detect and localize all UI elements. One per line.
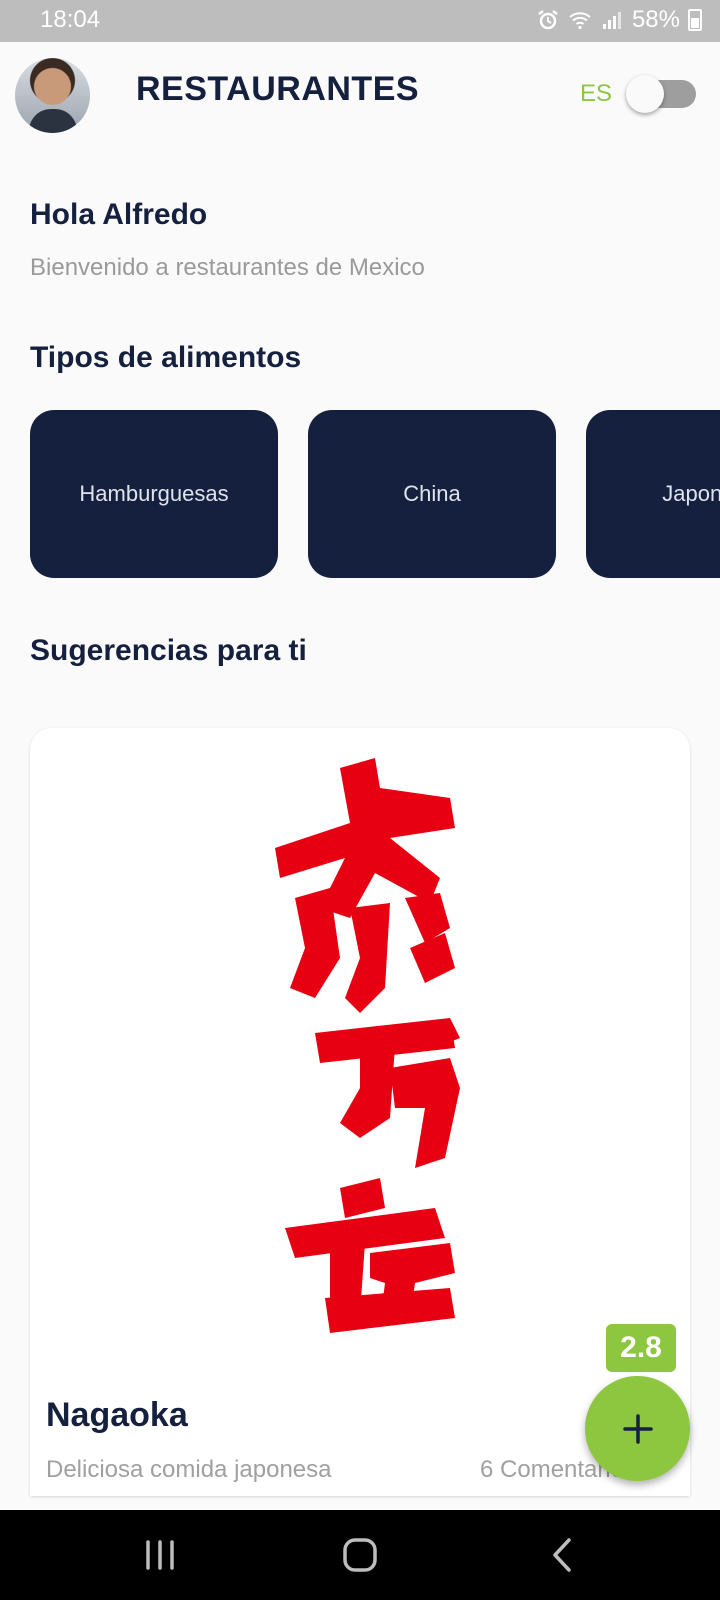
plus-icon — [622, 1413, 653, 1444]
greeting-subtitle: Bienvenido a restaurantes de Mexico — [30, 254, 425, 281]
home-icon — [343, 1538, 377, 1572]
app-bar: RESTAURANTES ES — [0, 42, 720, 150]
category-card-china[interactable]: China — [308, 410, 556, 578]
greeting-title: Hola Alfredo — [30, 198, 208, 231]
screen: 18:04 58% RESTAURANTES ES Hola Alfredo B… — [0, 0, 720, 1600]
avatar[interactable] — [15, 58, 90, 133]
signal-icon — [602, 12, 621, 29]
category-card-japonesa[interactable]: Japonesa — [586, 410, 720, 578]
toggle-knob — [626, 75, 664, 113]
restaurant-description: Deliciosa comida japonesa — [46, 1456, 332, 1483]
category-label: Hamburguesas — [79, 481, 229, 506]
home-button[interactable] — [300, 1510, 420, 1600]
language-label: ES — [580, 80, 613, 107]
status-time: 18:04 — [40, 6, 101, 33]
wifi-icon — [569, 12, 591, 30]
food-types-list: Hamburguesas China Japonesa — [30, 410, 720, 580]
restaurant-logo-image — [30, 728, 690, 1368]
restaurant-name: Nagaoka — [46, 1396, 188, 1434]
restaurant-card[interactable]: 2.8 Nagaoka Deliciosa comida japonesa 6 … — [30, 728, 690, 1496]
app-title: RESTAURANTES — [136, 70, 420, 108]
food-types-title: Tipos de alimentos — [30, 341, 302, 374]
recent-apps-button[interactable] — [100, 1510, 220, 1600]
suggestions-title: Sugerencias para ti — [30, 634, 307, 667]
category-label: China — [403, 481, 461, 506]
back-icon — [553, 1538, 571, 1572]
battery-icon — [688, 9, 702, 31]
system-nav-bar — [0, 1510, 720, 1600]
alarm-icon — [538, 10, 558, 30]
back-button[interactable] — [502, 1510, 622, 1600]
rating-badge: 2.8 — [606, 1324, 676, 1372]
status-icons: 58% — [536, 6, 702, 34]
category-label: Japonesa — [662, 481, 720, 506]
category-card-hamburguesas[interactable]: Hamburguesas — [30, 410, 278, 578]
recent-apps-icon — [146, 1540, 174, 1570]
add-button[interactable] — [585, 1376, 690, 1481]
status-bar: 18:04 58% — [0, 0, 720, 42]
language-toggle[interactable] — [626, 75, 696, 113]
battery-percent: 58% — [631, 6, 680, 33]
